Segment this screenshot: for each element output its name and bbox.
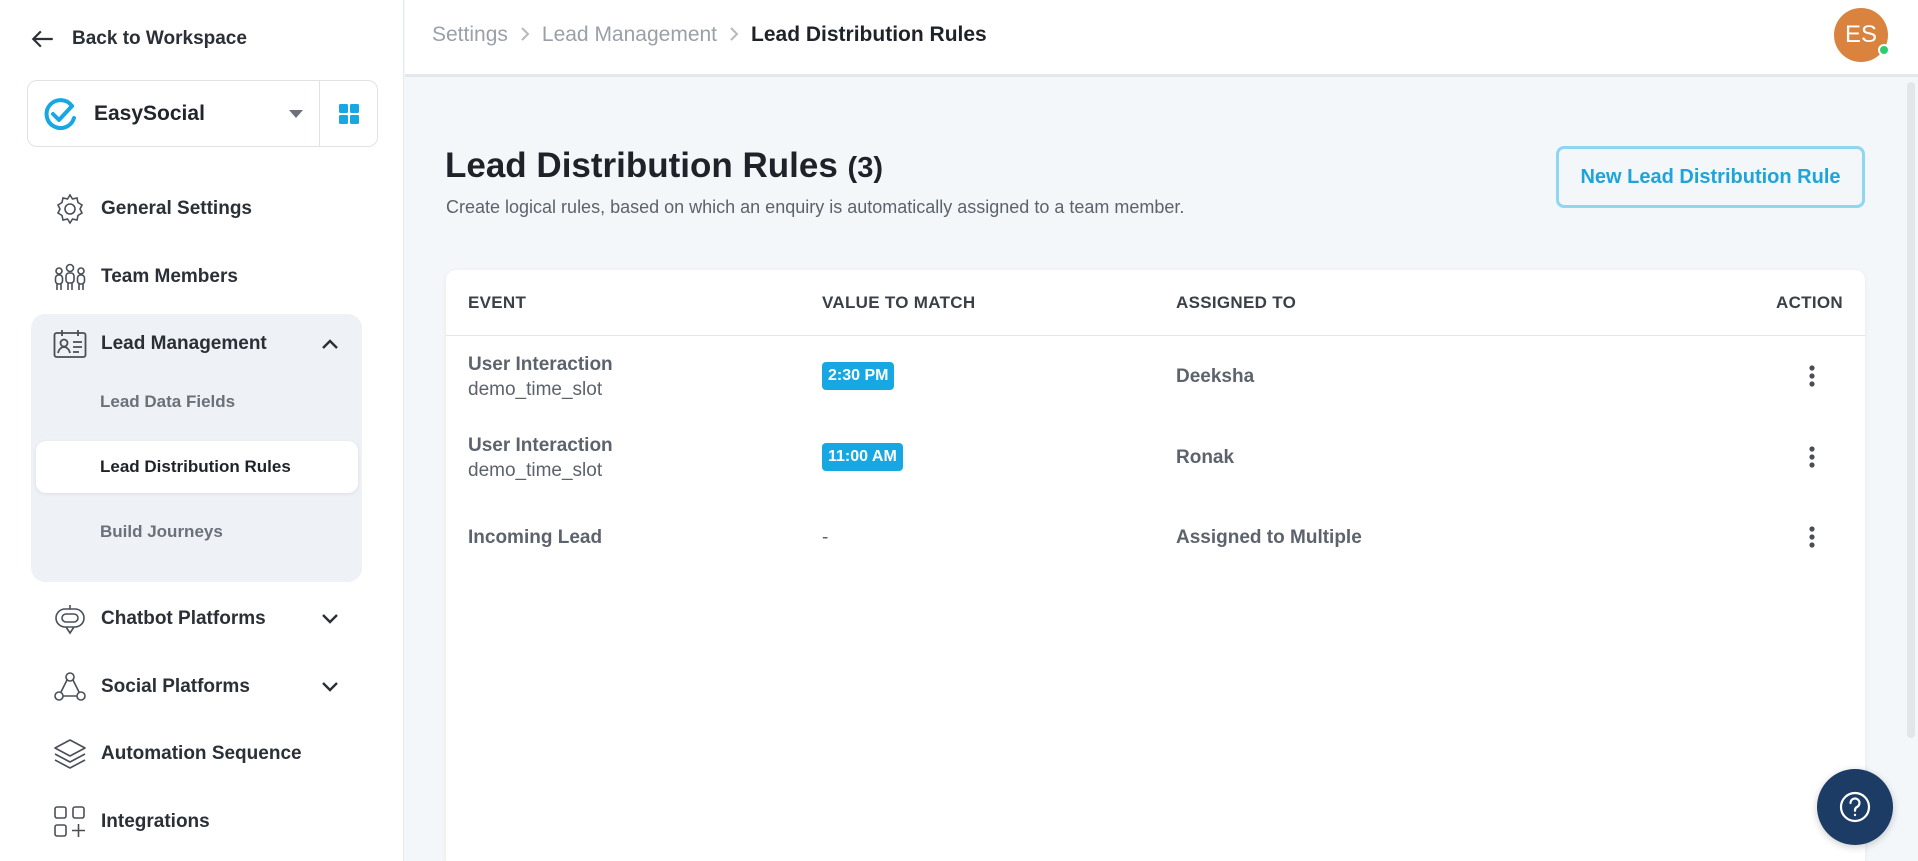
nav-lead-management[interactable]: Lead Management [30,319,362,369]
nav-general-settings[interactable]: General Settings [30,184,362,234]
assigned-to: Ronak [1176,447,1235,468]
nav-label: Social Platforms [101,676,250,697]
kebab-menu-icon [1809,365,1815,387]
event-name: User Interaction [468,354,613,375]
breadcrumb: Settings Lead Management Lead Distributi… [432,23,987,47]
back-label: Back to Workspace [72,28,247,49]
sub-label: Lead Distribution Rules [100,457,291,476]
back-to-workspace-link[interactable]: Back to Workspace [30,26,247,52]
workspace-selector: EasySocial [27,80,378,147]
nav-label: General Settings [101,198,252,219]
breadcrumb-lead-management[interactable]: Lead Management [542,23,717,47]
table-row: User Interaction demo_time_slot 2:30 PM … [446,336,1865,416]
row-actions-button[interactable] [1800,361,1824,391]
kebab-menu-icon [1809,526,1815,548]
sub-label: Lead Data Fields [100,392,236,411]
assigned-to: Deeksha [1176,366,1255,387]
row-actions-button[interactable] [1800,522,1824,552]
event-name: Incoming Lead [468,527,603,548]
chevron-up-icon [322,339,338,349]
caret-down-icon [289,109,303,118]
kebab-menu-icon [1809,446,1815,468]
chatbot-icon [53,602,87,636]
chevron-down-icon [322,682,338,692]
event-field: demo_time_slot [468,379,603,400]
page-scrollbar[interactable] [1907,82,1915,738]
chevron-right-icon [520,25,530,46]
integrations-icon [53,805,87,839]
top-bar: Settings Lead Management Lead Distributi… [405,0,1918,77]
page-title: Lead Distribution Rules (3) [445,146,883,186]
chevron-down-icon [322,614,338,624]
header-action: ACTION [1776,293,1843,312]
value-badge: 2:30 PM [822,362,895,390]
easysocial-logo-icon [44,97,76,130]
row-actions-button[interactable] [1800,442,1824,472]
table-row: User Interaction demo_time_slot 11:00 AM… [446,417,1865,497]
avatar-initials: ES [1844,21,1877,48]
breadcrumb-current: Lead Distribution Rules [751,23,987,46]
page-subtitle: Create logical rules, based on which an … [446,197,1185,217]
nav-label: Team Members [101,266,238,287]
nav-chatbot-platforms[interactable]: Chatbot Platforms [30,594,362,644]
event-field: demo_time_slot [468,460,603,481]
nav-automation-sequence[interactable]: Automation Sequence [30,729,362,779]
value-badge: 11:00 AM [822,443,903,471]
event-cell: User Interaction demo_time_slot [468,433,613,483]
help-icon [1839,791,1871,823]
chevron-right-icon [729,25,739,46]
sub-lead-distribution-rules[interactable]: Lead Distribution Rules [36,441,358,493]
arrow-left-icon [31,30,53,48]
sidebar: Back to Workspace EasySocial General Set… [0,0,404,861]
user-avatar[interactable]: ES [1834,8,1890,62]
header-assigned-to: ASSIGNED TO [1176,293,1297,312]
team-icon [53,260,87,294]
header-value-to-match: VALUE TO MATCH [822,293,976,312]
sub-build-journeys[interactable]: Build Journeys [36,506,358,558]
event-name: User Interaction [468,435,613,456]
breadcrumb-settings[interactable]: Settings [432,23,508,47]
table-header: EVENT VALUE TO MATCH ASSIGNED TO ACTION [446,270,1865,336]
contact-card-icon [53,327,87,361]
nav-label: Chatbot Platforms [101,608,266,629]
header-event: EVENT [468,293,527,312]
apps-grid-button[interactable] [319,81,377,146]
nav-label: Automation Sequence [101,743,302,764]
workspace-name: EasySocial [94,101,205,125]
network-icon [53,670,87,704]
new-lead-distribution-rule-button[interactable]: New Lead Distribution Rule [1556,146,1865,208]
sub-lead-data-fields[interactable]: Lead Data Fields [36,376,358,428]
nav-integrations[interactable]: Integrations [30,797,362,847]
help-button[interactable] [1817,769,1893,845]
online-status-dot [1878,44,1890,56]
table-row: Incoming Lead - Assigned to Multiple [446,498,1865,578]
layers-icon [53,737,87,771]
sub-label: Build Journeys [100,522,223,541]
grid-icon [338,103,359,124]
assigned-to: Assigned to Multiple [1176,527,1362,548]
event-cell: User Interaction demo_time_slot [468,352,613,402]
rules-table: EVENT VALUE TO MATCH ASSIGNED TO ACTION … [446,270,1865,861]
value-empty: - [822,527,829,548]
page-title-text: Lead Distribution Rules [445,146,838,185]
nav-social-platforms[interactable]: Social Platforms [30,662,362,712]
event-cell: Incoming Lead [468,525,602,550]
nav-label: Integrations [101,811,210,832]
nav-label: Lead Management [101,333,267,354]
rule-count: (3) [847,152,883,184]
nav-team-members[interactable]: Team Members [30,252,362,302]
gear-icon [53,192,87,226]
workspace-dropdown[interactable]: EasySocial [28,81,319,146]
